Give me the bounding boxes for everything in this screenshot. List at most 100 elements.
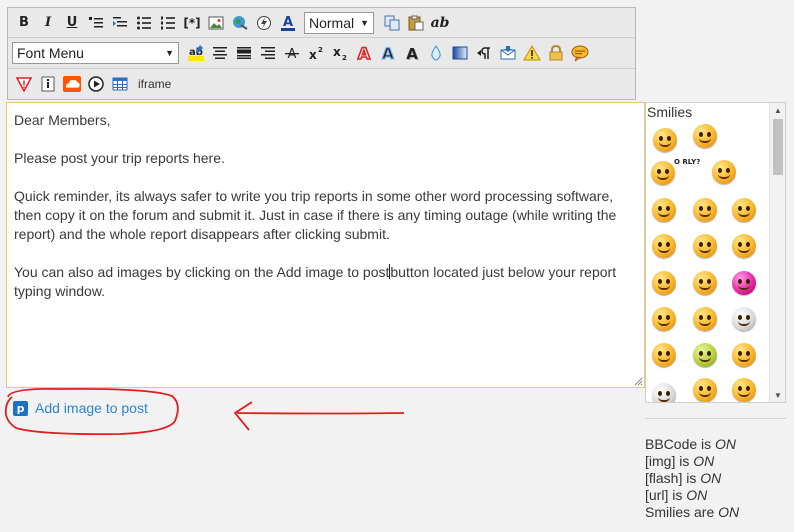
smiley-laugh-icon[interactable] <box>652 343 676 367</box>
add-image-label: Add image to post <box>35 400 148 416</box>
smiley-shocked-icon[interactable] <box>712 160 736 184</box>
speech-bubble-button[interactable] <box>568 42 592 64</box>
smiley-hat-icon[interactable] <box>652 383 676 402</box>
text-shadow-red-button[interactable]: A <box>352 42 376 64</box>
svg-text:2: 2 <box>318 46 323 54</box>
italic-button[interactable]: I <box>36 12 60 34</box>
smiley-wink-icon[interactable] <box>693 124 717 148</box>
info-button[interactable] <box>36 73 60 95</box>
url-status-label: [url] is <box>645 487 687 503</box>
gradient-icon <box>452 46 468 60</box>
url-status: [url] is ON <box>645 487 739 504</box>
align-justify-icon <box>237 47 251 59</box>
align-center-button[interactable] <box>208 42 232 64</box>
smiley-smirk-icon[interactable] <box>732 234 756 258</box>
smiley-sleepy-icon[interactable] <box>653 128 677 152</box>
quote-button[interactable] <box>84 12 108 34</box>
warning-button[interactable] <box>520 42 544 64</box>
svg-text:A: A <box>283 15 293 30</box>
smiley-grid <box>646 103 770 402</box>
play-circle-icon <box>88 76 104 92</box>
smiley-crying-icon[interactable] <box>732 198 756 222</box>
bbcode-status: BBCode is ON <box>645 436 739 453</box>
paste-button[interactable] <box>404 12 428 34</box>
smiley-tongue-icon[interactable] <box>693 198 717 222</box>
remove-format-button[interactable]: ab <box>428 12 452 34</box>
smiley-blush-icon[interactable] <box>693 378 717 402</box>
indent-button[interactable] <box>108 12 132 34</box>
soundcloud-icon <box>63 76 81 92</box>
spoiler-button[interactable] <box>12 73 36 95</box>
subscript-button[interactable]: x2 <box>328 42 352 64</box>
smiley-sick-icon[interactable] <box>693 343 717 367</box>
font-family-select[interactable]: Font Menu ▼ <box>12 42 179 64</box>
lock-button[interactable] <box>544 42 568 64</box>
table-button[interactable] <box>108 73 132 95</box>
align-right-button[interactable] <box>256 42 280 64</box>
font-size-select[interactable]: Normal ▼ <box>304 11 374 34</box>
toolbar-row-3: iframe <box>8 69 635 99</box>
soundcloud-button[interactable] <box>60 73 84 95</box>
video-button[interactable] <box>84 73 108 95</box>
insert-link-button[interactable] <box>228 12 252 34</box>
highlight-icon: ab <box>188 45 204 61</box>
smilies-status-value: ON <box>718 504 740 520</box>
post-editor-textarea[interactable]: Dear Members, Please post your trip repo… <box>6 102 645 388</box>
editor-paragraph-head: You can also ad images by clicking on th… <box>14 264 390 280</box>
superscript-button[interactable]: x2 <box>304 42 328 64</box>
scroll-up-icon[interactable]: ▲ <box>770 103 785 117</box>
text-glow-blue-button[interactable]: A <box>376 42 400 64</box>
smiley-confused-icon[interactable] <box>652 198 676 222</box>
align-justify-button[interactable] <box>232 42 256 64</box>
smiley-love-icon[interactable] <box>693 271 717 295</box>
flash-button[interactable] <box>252 12 276 34</box>
gradient-button[interactable] <box>448 42 472 64</box>
paste-icon <box>408 15 424 30</box>
list-item-button[interactable]: [*] <box>180 12 204 34</box>
table-icon <box>112 77 128 91</box>
chevron-down-icon: ▼ <box>360 17 369 28</box>
smiley-happy-icon[interactable] <box>652 271 676 295</box>
scroll-thumb[interactable] <box>773 119 783 175</box>
arrow-line <box>236 412 405 415</box>
strikethrough-button[interactable]: A <box>280 42 304 64</box>
underline-button[interactable]: U <box>60 12 84 34</box>
bullet-list-button[interactable] <box>132 12 156 34</box>
smilies-scrollbar[interactable]: ▲ ▼ <box>769 103 785 402</box>
smiley-devil-icon[interactable] <box>652 307 676 331</box>
resize-grip-icon[interactable] <box>633 376 643 386</box>
smiley-dizzy-icon[interactable] <box>732 343 756 367</box>
flash-icon <box>257 15 271 30</box>
text-direction-button[interactable] <box>472 42 496 64</box>
text-shadow-button[interactable]: AA <box>400 42 424 64</box>
svg-text:2: 2 <box>342 54 347 61</box>
quote-icon <box>89 16 103 27</box>
shadow-icon: AA <box>406 45 419 62</box>
info-document-icon <box>41 76 55 92</box>
numbered-list-icon <box>161 16 175 29</box>
smiley-ghost-icon[interactable] <box>732 307 756 331</box>
font-color-button[interactable]: A <box>276 12 300 34</box>
highlight-button[interactable]: ab <box>184 42 208 64</box>
email-button[interactable] <box>496 42 520 64</box>
smiley-pink-icon[interactable] <box>732 271 756 295</box>
smiley-squint-icon[interactable] <box>652 234 676 258</box>
indent-icon <box>113 16 127 26</box>
iframe-button[interactable]: iframe <box>132 73 177 95</box>
add-image-to-post-link[interactable]: p Add image to post <box>13 400 148 416</box>
flash-status: [flash] is ON <box>645 470 739 487</box>
smiley-cool-icon[interactable] <box>732 378 756 402</box>
transparency-button[interactable] <box>424 42 448 64</box>
copy-button[interactable] <box>380 12 404 34</box>
warning-icon <box>523 45 541 61</box>
numbered-list-button[interactable] <box>156 12 180 34</box>
insert-image-button[interactable] <box>204 12 228 34</box>
smiley-grin-icon[interactable] <box>693 234 717 258</box>
smiley-orly-icon[interactable] <box>651 161 675 185</box>
subscript-icon: x2 <box>333 45 347 61</box>
scroll-down-icon[interactable]: ▼ <box>770 388 785 402</box>
bold-button[interactable]: B <box>12 12 36 34</box>
smiley-angry-icon[interactable] <box>693 307 717 331</box>
chevron-down-icon: ▼ <box>165 48 174 58</box>
lock-icon <box>549 45 563 61</box>
